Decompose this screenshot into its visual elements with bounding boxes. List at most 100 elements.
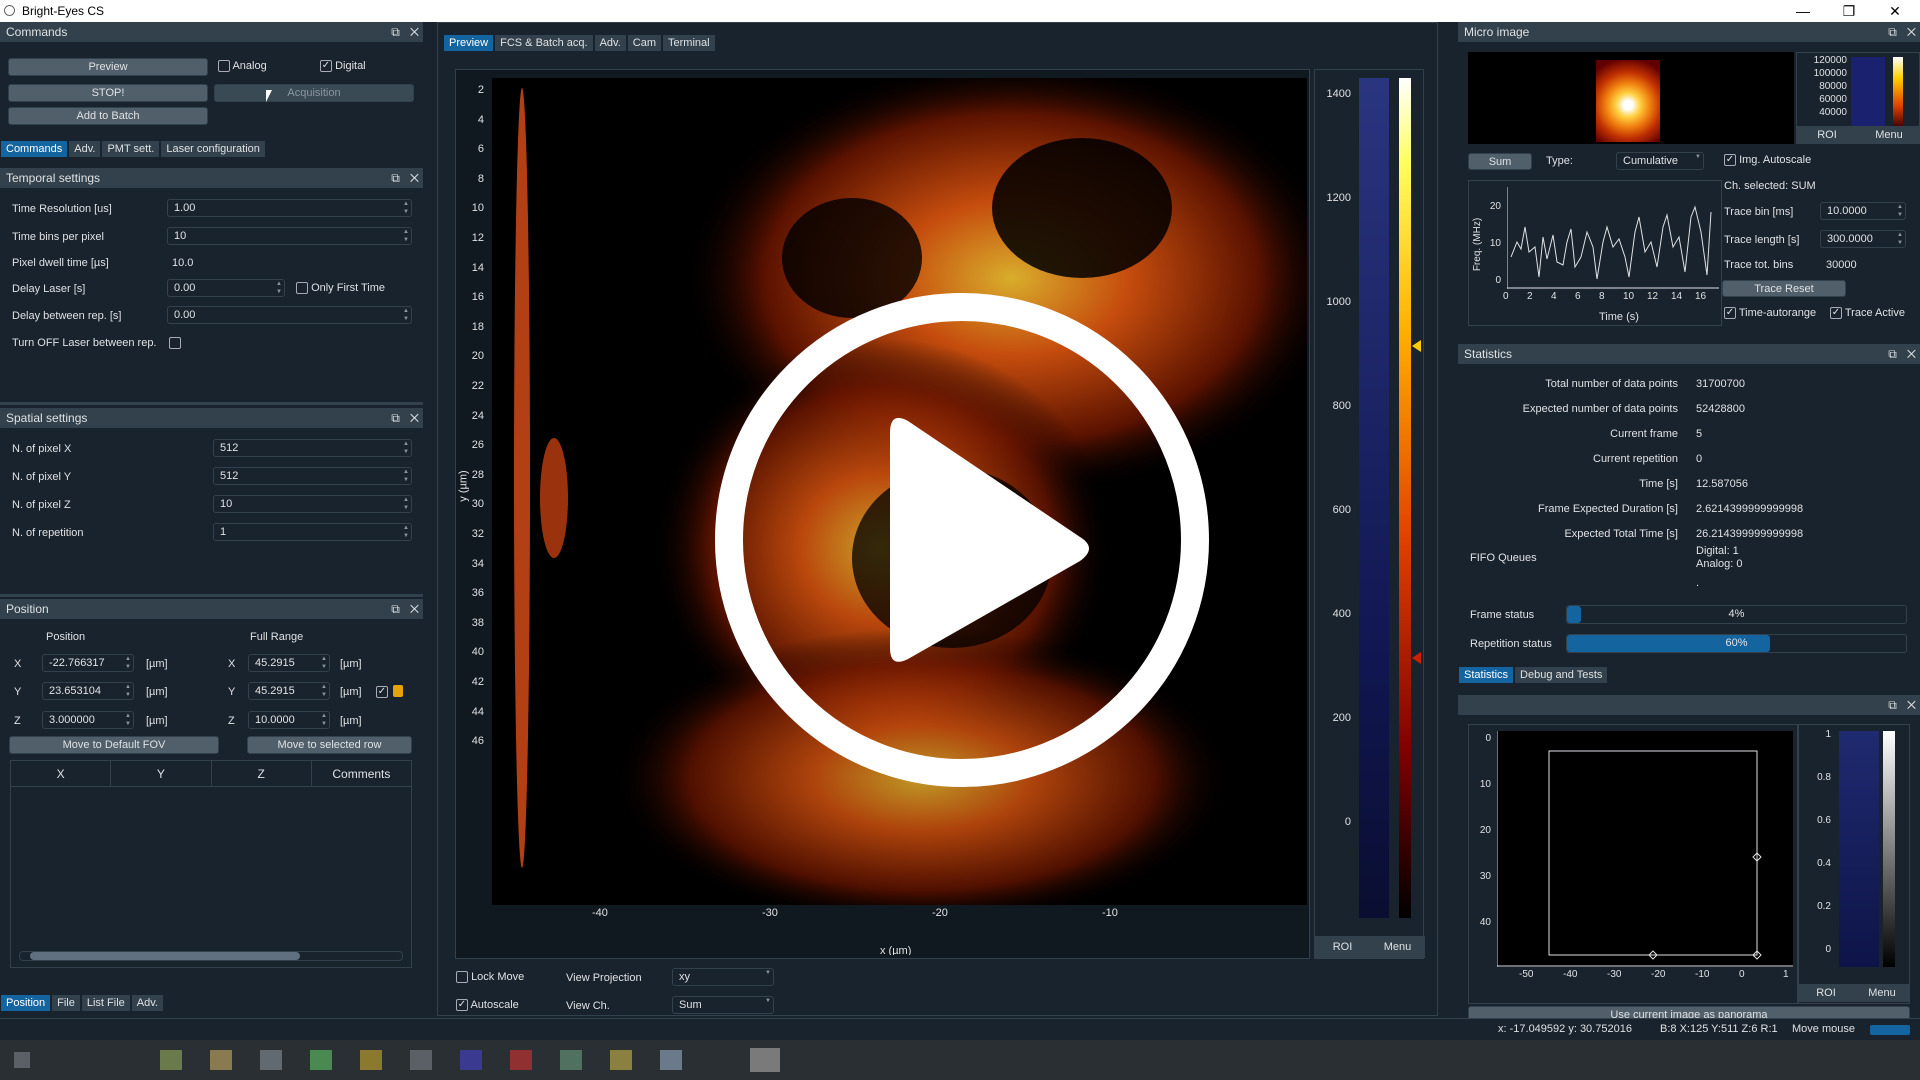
spin-arrows-icon[interactable]: ▲ ▼ — [403, 307, 409, 323]
menu-button[interactable]: Menu — [1370, 936, 1425, 958]
trace-bin-input[interactable]: 10.0000 ▲ ▼ — [1820, 202, 1906, 220]
lock-move-check-box[interactable] — [456, 971, 468, 984]
table-header-x[interactable]: X — [11, 761, 112, 786]
spin-arrows-icon[interactable]: ▲ ▼ — [321, 712, 327, 728]
dock-buttons[interactable]: ⧉ ✕ — [391, 411, 419, 426]
spin-arrows-icon[interactable]: ▲ ▼ — [276, 280, 282, 296]
minimize-button[interactable]: — — [1780, 0, 1826, 22]
dock-buttons[interactable]: ⧉ ✕ — [391, 25, 419, 40]
sum-button[interactable]: Sum — [1468, 153, 1532, 170]
time-resolution-input[interactable]: 1.00 ▲ ▼ — [167, 199, 412, 217]
spin-arrows-icon[interactable]: ▲ ▼ — [125, 712, 131, 728]
tab-commands[interactable]: Commands — [0, 140, 69, 158]
start-icon[interactable] — [14, 1052, 30, 1068]
dock-buttons[interactable]: ⧉ ✕ — [391, 171, 419, 186]
spin-arrows-icon[interactable]: ▲ ▼ — [1897, 231, 1903, 247]
tab-laser-configuration[interactable]: Laser configuration — [160, 140, 266, 158]
type-select[interactable]: Cumulative ▼ — [1616, 152, 1704, 170]
tab-debug-tests[interactable]: Debug and Tests — [1514, 666, 1609, 684]
maximize-button[interactable]: ❐ — [1826, 0, 1872, 22]
range-y-input[interactable]: 45.2915 ▲ ▼ — [248, 682, 330, 700]
micro-image[interactable] — [1468, 52, 1794, 144]
tab-fcs-batch[interactable]: FCS & Batch acq. — [494, 34, 594, 52]
pos-x-input[interactable]: -22.766317 ▲ ▼ — [42, 654, 134, 672]
analog-check-box[interactable] — [218, 60, 230, 73]
delay-laser-input[interactable]: 0.00 ▲ ▼ — [167, 279, 285, 297]
tab-position[interactable]: Position — [0, 994, 52, 1012]
tab-adv[interactable]: Adv. — [68, 140, 102, 158]
n-pixel-y-input[interactable]: 512 ▲ ▼ — [213, 467, 412, 485]
preview-button[interactable]: Preview — [8, 58, 208, 76]
dock-buttons[interactable]: ⧉ ✕ — [1888, 347, 1916, 362]
tab-pmt-settings[interactable]: PMT sett. — [101, 140, 161, 158]
panorama-area[interactable] — [1497, 731, 1793, 967]
turn-off-laser-checkbox[interactable] — [169, 337, 181, 349]
micro-roi-button[interactable]: ROI — [1796, 126, 1858, 144]
taskbar-app-icon[interactable] — [310, 1050, 332, 1070]
tab-file[interactable]: File — [51, 994, 81, 1012]
table-header-comments[interactable]: Comments — [312, 761, 411, 786]
time-bins-input[interactable]: 10 ▲ ▼ — [167, 227, 412, 245]
micro-menu-button[interactable]: Menu — [1858, 126, 1920, 144]
range-z-input[interactable]: 10.0000 ▲ ▼ — [248, 711, 330, 729]
taskbar-app-icon[interactable] — [410, 1050, 432, 1070]
pos-z-input[interactable]: 3.000000 ▲ ▼ — [42, 711, 134, 729]
tab-center-adv[interactable]: Adv. — [593, 34, 627, 52]
tab-statistics[interactable]: Statistics — [1458, 666, 1515, 684]
autoscale-checkbox[interactable]: ✓ Autoscale — [456, 999, 519, 1012]
pos-y-input[interactable]: 23.653104 ▲ ▼ — [42, 682, 134, 700]
splitter[interactable] — [0, 402, 423, 405]
table-header-y[interactable]: Y — [111, 761, 212, 786]
lock-range-checkbox[interactable]: ✓ — [376, 686, 388, 698]
taskbar-app-icon[interactable] — [660, 1050, 682, 1070]
n-repetition-input[interactable]: 1 ▲ ▼ — [213, 523, 412, 541]
taskbar-app-icon[interactable] — [360, 1050, 382, 1070]
dock-buttons[interactable]: ⧉ ✕ — [1888, 698, 1916, 713]
taskbar-app-icon[interactable] — [260, 1050, 282, 1070]
spin-arrows-icon[interactable]: ▲ ▼ — [403, 200, 409, 216]
digital-checkbox[interactable]: ✓ Digital — [320, 60, 366, 73]
close-window-button[interactable]: ✕ — [1872, 0, 1918, 22]
trace-plot[interactable]: Freq. (MHz) 20 10 0 0 2 4 6 8 10 12 14 16 Time (s) — [1468, 180, 1722, 326]
dock-buttons[interactable]: ⧉ ✕ — [391, 602, 419, 617]
spin-arrows-icon[interactable]: ▲ ▼ — [403, 524, 409, 540]
range-x-input[interactable]: 45.2915 ▲ ▼ — [248, 654, 330, 672]
n-pixel-z-input[interactable]: 10 ▲ ▼ — [213, 495, 412, 513]
histogram-area[interactable] — [1359, 78, 1389, 918]
panorama-roi-button[interactable]: ROI — [1798, 984, 1854, 1002]
level-min-handle-icon[interactable] — [1412, 652, 1421, 664]
scrollbar-thumb[interactable] — [30, 952, 300, 960]
taskbar-app-icon[interactable] — [460, 1050, 482, 1070]
taskbar-app-icon[interactable] — [160, 1050, 182, 1070]
spin-arrows-icon[interactable]: ▲ ▼ — [321, 683, 327, 699]
spin-arrows-icon[interactable]: ▲ ▼ — [403, 440, 409, 456]
video-play-overlay[interactable] — [715, 293, 1209, 787]
time-autorange-check-box[interactable]: ✓ — [1724, 307, 1736, 320]
img-autoscale-check-box[interactable]: ✓ — [1724, 154, 1736, 167]
level-max-handle-icon[interactable] — [1412, 340, 1421, 352]
dock-buttons[interactable]: ⧉ ✕ — [1888, 25, 1916, 40]
roi-button[interactable]: ROI — [1315, 936, 1370, 958]
position-table[interactable]: X Y Z Comments — [10, 760, 412, 968]
play-icon[interactable] — [890, 417, 1089, 662]
trace-reset-button[interactable]: Trace Reset — [1722, 280, 1846, 297]
panorama-colorbar[interactable]: 1 0.8 0.6 0.4 0.2 0 — [1798, 724, 1910, 1004]
acquisition-button[interactable]: Acquisition — [214, 84, 414, 102]
analog-checkbox[interactable]: Analog — [218, 60, 267, 73]
spin-arrows-icon[interactable]: ▲ ▼ — [125, 655, 131, 671]
color-gradient[interactable] — [1399, 78, 1411, 918]
trace-length-input[interactable]: 300.0000 ▲ ▼ — [1820, 230, 1906, 248]
only-first-time-checkbox[interactable]: Only First Time — [296, 282, 385, 295]
view-channel-select[interactable]: Sum ▼ — [672, 996, 774, 1014]
spin-arrows-icon[interactable]: ▲ ▼ — [321, 655, 327, 671]
add-to-batch-button[interactable]: Add to Batch — [8, 107, 208, 125]
trace-active-check-box[interactable]: ✓ — [1830, 307, 1842, 320]
taskbar-app-icon[interactable] — [210, 1050, 232, 1070]
spin-arrows-icon[interactable]: ▲ ▼ — [403, 468, 409, 484]
only-first-check-box[interactable] — [296, 282, 308, 295]
move-default-fov-button[interactable]: Move to Default FOV — [9, 736, 219, 754]
view-projection-select[interactable]: xy ▼ — [672, 968, 774, 986]
taskbar-app-icon[interactable] — [610, 1050, 632, 1070]
chevron-down-icon[interactable]: ▼ — [765, 969, 771, 977]
lock-move-checkbox[interactable]: Lock Move — [456, 971, 524, 984]
